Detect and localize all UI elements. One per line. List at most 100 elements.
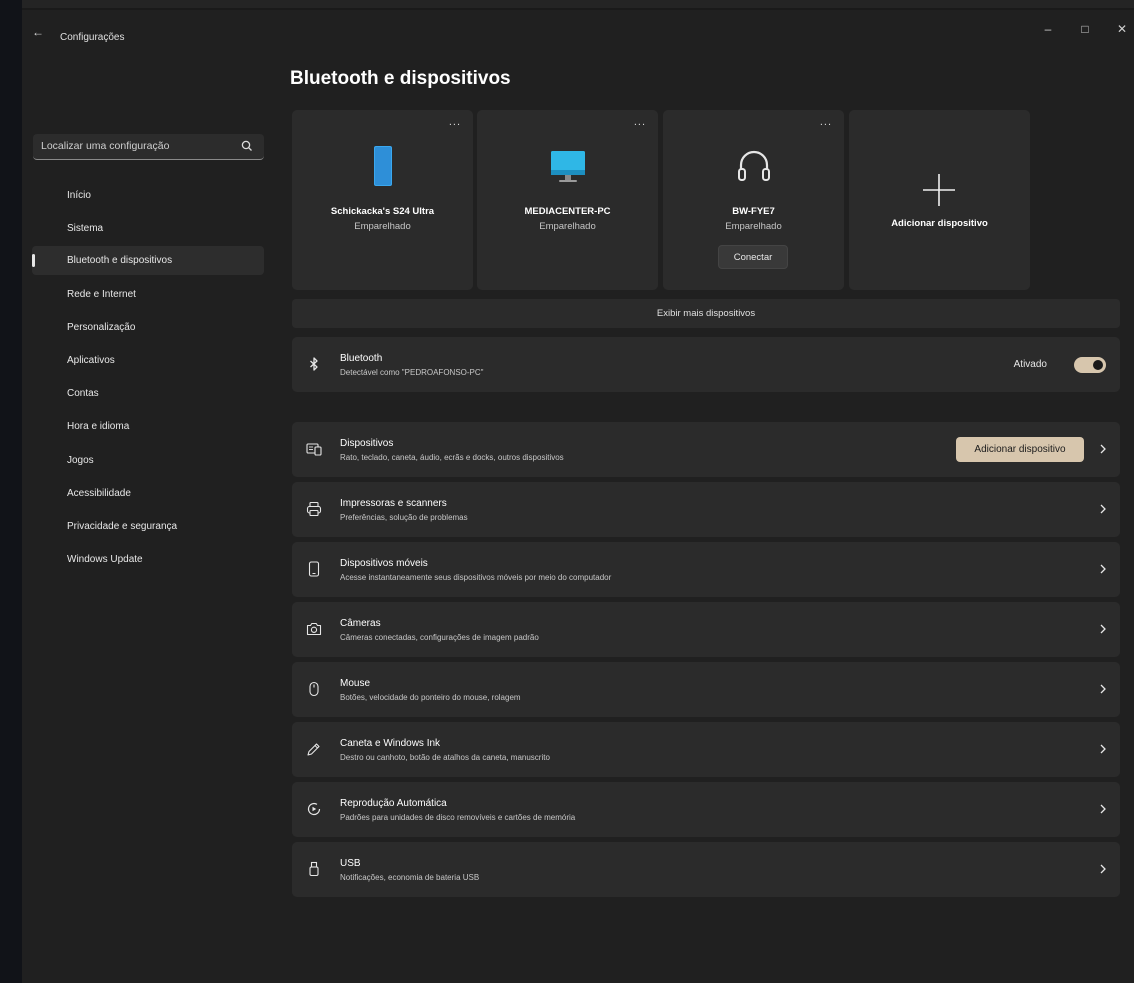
device-status: Emparelhado [354,221,411,232]
row-title: Bluetooth [340,353,383,364]
device-name: MEDIACENTER-PC [524,206,611,217]
mouse-icon [309,681,319,697]
device-name: Schickacka's S24 Ultra [330,206,435,217]
add-device-button[interactable]: Adicionar dispositivo [956,437,1084,462]
minimize-button[interactable]: – [1038,22,1058,36]
device-status: Emparelhado [725,221,782,232]
add-device-label: Adicionar dispositivo [891,218,988,229]
row-title: Mouse [340,678,371,689]
device-card[interactable]: ... BW-FYE7 Emparelhado Conectar [663,110,844,290]
sidebar-item-label: Jogos [67,455,94,466]
bluetooth-row: Bluetooth Detectável como "PEDROAFONSO-P… [292,337,1120,392]
show-more-devices-button[interactable]: Exibir mais dispositivos [292,299,1120,328]
printer-icon [306,501,322,517]
row-title: Reprodução Automática [340,798,447,809]
chevron-right-icon [1100,624,1106,634]
search-icon[interactable] [240,139,254,153]
app-title: Configurações [60,32,125,43]
toggle-knob [1093,360,1103,370]
chevron-right-icon [1100,804,1106,814]
chevron-right-icon [1100,504,1106,514]
more-options-button[interactable]: ... [634,116,646,128]
device-name: BW-FYE7 [732,206,775,217]
chevron-right-icon [1100,564,1106,574]
row-description: Botões, velocidade do ponteiro do mouse,… [340,693,521,702]
mobile-icon [308,561,320,577]
sidebar-item-label: Personalização [67,322,136,333]
toggle-state-label: Ativado [1013,359,1047,370]
usb-row[interactable]: USB Notificações, economia de bateria US… [292,842,1120,897]
sidebar-item-label: Hora e idioma [67,421,130,432]
bluetooth-icon [310,357,318,371]
autoplay-row[interactable]: Reprodução Automática Padrões para unida… [292,782,1120,837]
row-title: Caneta e Windows Ink [340,738,441,749]
title-bar: ← Configurações – □ ✕ [22,10,1134,50]
pen-icon [307,743,320,756]
sidebar-item-bluetooth[interactable]: Bluetooth e dispositivos [32,246,264,275]
sidebar-item-sistema[interactable]: Sistema [32,214,264,243]
devices-icon [306,443,322,456]
row-description: Câmeras conectadas, configurações de ima… [340,633,539,642]
sidebar-item-privacidade[interactable]: Privacidade e segurança [32,512,264,541]
row-title: Dispositivos móveis [340,558,428,569]
sidebar-item-rede[interactable]: Rede e Internet [32,280,264,309]
device-card[interactable]: ... MEDIACENTER-PC Emparelhado [477,110,658,290]
close-button[interactable]: ✕ [1112,22,1132,36]
mouse-row[interactable]: Mouse Botões, velocidade do ponteiro do … [292,662,1120,717]
autoplay-icon [307,802,321,816]
sidebar-item-contas[interactable]: Contas [32,379,264,408]
search-box[interactable] [33,134,264,160]
devices-row[interactable]: Dispositivos Rato, teclado, caneta, áudi… [292,422,1120,477]
chevron-right-icon [1100,864,1106,874]
sidebar-item-hora-idioma[interactable]: Hora e idioma [32,412,264,441]
row-title: Impressoras e scanners [340,498,447,509]
row-description: Acesse instantaneamente seus dispositivo… [340,573,612,582]
sidebar-item-aplicativos[interactable]: Aplicativos [32,346,264,375]
phone-icon [373,146,392,186]
sidebar-item-personalizacao[interactable]: Personalização [32,313,264,342]
mobile-devices-row[interactable]: Dispositivos móveis Acesse instantaneame… [292,542,1120,597]
printers-row[interactable]: Impressoras e scanners Preferências, sol… [292,482,1120,537]
sidebar-item-label: Contas [67,388,99,399]
sidebar-item-label: Aplicativos [67,355,115,366]
settings-window: ← Configurações – □ ✕ Início Sistema Blu… [22,10,1134,983]
sidebar-item-inicio[interactable]: Início [32,181,264,210]
monitor-icon [550,151,585,182]
row-description: Rato, teclado, caneta, áudio, ecrãs e do… [340,453,564,462]
sidebar-item-label: Privacidade e segurança [67,521,178,532]
connect-button[interactable]: Conectar [718,245,788,269]
more-options-button[interactable]: ... [449,116,461,128]
sidebar-item-jogos[interactable]: Jogos [32,446,264,475]
maximize-icon: □ [1081,22,1089,36]
maximize-button[interactable]: □ [1075,22,1095,36]
sidebar-item-label: Windows Update [67,554,143,565]
page-title: Bluetooth e dispositivos [290,68,511,89]
add-device-card[interactable]: Adicionar dispositivo [849,110,1030,290]
sidebar-item-label: Rede e Internet [67,289,136,300]
row-description: Preferências, solução de problemas [340,513,468,522]
device-card[interactable]: ... Schickacka's S24 Ultra Emparelhado [292,110,473,290]
row-title: Câmeras [340,618,381,629]
chevron-right-icon [1100,684,1106,694]
row-title: Dispositivos [340,438,394,449]
camera-icon [306,622,322,636]
back-button[interactable]: ← [30,24,46,40]
row-description: Destro ou canhoto, botão de atalhos da c… [340,753,550,762]
minimize-icon: – [1044,22,1052,36]
sidebar-item-windows-update[interactable]: Windows Update [32,545,264,574]
more-options-button[interactable]: ... [820,116,832,128]
cameras-row[interactable]: Câmeras Câmeras conectadas, configuraçõe… [292,602,1120,657]
close-icon: ✕ [1116,22,1128,36]
search-input[interactable] [33,134,233,158]
sidebar-item-acessibilidade[interactable]: Acessibilidade [32,479,264,508]
headphones-icon [737,150,770,181]
background-strip-left [0,0,22,983]
row-description: Notificações, economia de bateria USB [340,873,480,882]
bluetooth-toggle[interactable] [1074,357,1106,373]
back-arrow-icon: ← [32,25,44,39]
row-description: Padrões para unidades de disco removívei… [340,813,576,822]
device-status: Emparelhado [539,221,596,232]
chevron-right-icon [1100,444,1106,454]
pen-ink-row[interactable]: Caneta e Windows Ink Destro ou canhoto, … [292,722,1120,777]
chevron-right-icon [1100,744,1106,754]
